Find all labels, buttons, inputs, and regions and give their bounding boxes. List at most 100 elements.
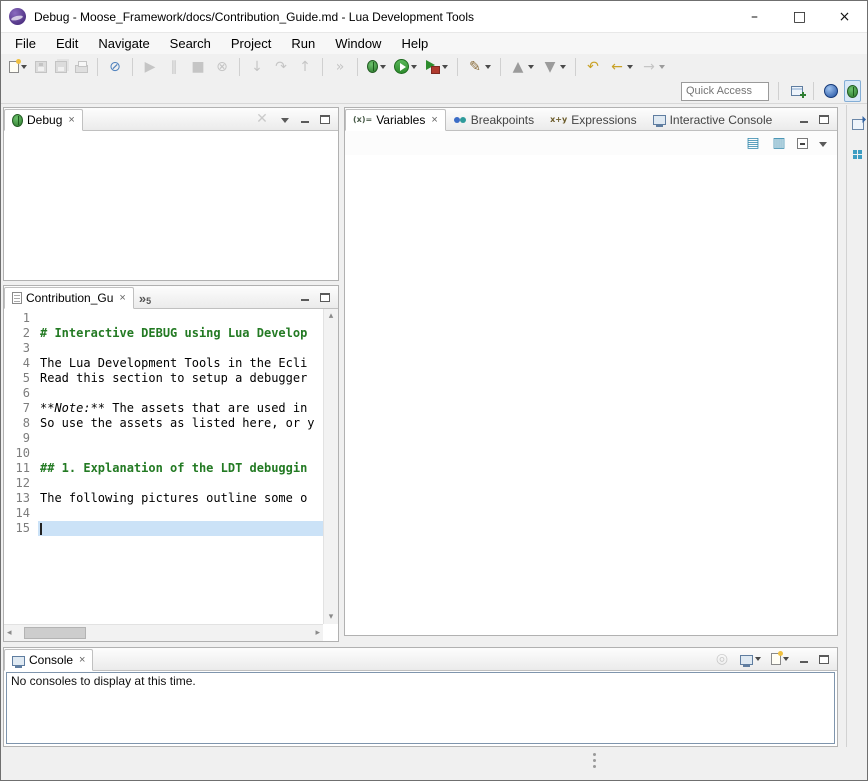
minimized-view-icon[interactable]: [849, 143, 866, 165]
new-wizard-icon[interactable]: [6, 56, 30, 78]
trim-drag-handle[interactable]: [593, 753, 596, 768]
close-icon[interactable]: ×: [68, 114, 74, 126]
debug-view-content[interactable]: [4, 131, 338, 280]
view-menu-icon[interactable]: [815, 132, 831, 154]
print-icon[interactable]: [72, 56, 91, 78]
editor-line[interactable]: 7**Note:** The assets that are used in: [4, 401, 323, 416]
maximize-button[interactable]: □: [777, 1, 822, 32]
menu-navigate[interactable]: Navigate: [88, 34, 159, 53]
dropdown-arrow-icon[interactable]: [411, 65, 417, 69]
maximize-icon[interactable]: [317, 286, 333, 308]
editor-line[interactable]: 6: [4, 386, 323, 401]
dropdown-arrow-icon[interactable]: [783, 657, 789, 661]
tab-expressions[interactable]: x+yExpressions: [542, 109, 644, 130]
open-perspective-icon[interactable]: [788, 80, 806, 102]
dropdown-arrow-icon[interactable]: [755, 657, 761, 661]
tab-breakpoints[interactable]: Breakpoints: [446, 109, 542, 130]
close-icon[interactable]: ×: [119, 292, 125, 304]
previous-annotation-icon[interactable]: ▲: [507, 56, 537, 78]
step-into-icon[interactable]: ↓: [246, 56, 268, 78]
dropdown-arrow-icon[interactable]: [659, 65, 665, 69]
display-console-icon[interactable]: [737, 648, 764, 670]
quick-access-input[interactable]: [681, 82, 769, 101]
maximize-icon[interactable]: [816, 108, 832, 130]
show-logical-structures-icon[interactable]: ▥: [768, 132, 790, 154]
scroll-left-icon[interactable]: ◂: [7, 628, 12, 638]
back-icon[interactable]: ←: [606, 56, 636, 78]
disconnect-icon[interactable]: ⊗: [211, 56, 233, 78]
dropdown-arrow-icon[interactable]: [528, 65, 534, 69]
minimize-icon[interactable]: [796, 108, 812, 130]
menu-search[interactable]: Search: [160, 34, 221, 53]
terminate-icon[interactable]: ■: [187, 56, 209, 78]
close-button[interactable]: ×: [822, 1, 867, 32]
minimize-icon[interactable]: [297, 108, 313, 130]
editor-line[interactable]: 9: [4, 431, 323, 446]
vertical-scrollbar[interactable]: ▴ ▾: [323, 309, 338, 624]
scroll-up-icon[interactable]: ▴: [329, 311, 334, 321]
close-icon[interactable]: ×: [79, 654, 85, 666]
resume-icon[interactable]: ▶: [139, 56, 161, 78]
run-icon[interactable]: [391, 56, 420, 78]
minimize-icon[interactable]: [297, 286, 313, 308]
editor-line[interactable]: 4The Lua Development Tools in the Ecli: [4, 356, 323, 371]
open-console-icon[interactable]: [768, 648, 792, 670]
tab-console[interactable]: Console ×: [4, 649, 93, 671]
scrollbar-thumb[interactable]: [24, 627, 86, 639]
forward-icon[interactable]: →: [638, 56, 668, 78]
wand-icon[interactable]: ✎: [464, 56, 494, 78]
editor-line[interactable]: 10: [4, 446, 323, 461]
remove-all-terminated-icon[interactable]: ✕: [251, 108, 273, 130]
dropdown-arrow-icon[interactable]: [21, 65, 27, 69]
next-annotation-icon[interactable]: ▼: [539, 56, 569, 78]
suspend-icon[interactable]: ∥: [163, 56, 185, 78]
debug-icon[interactable]: [364, 56, 389, 78]
tab-debug[interactable]: Debug ×: [4, 109, 83, 131]
pin-console-icon[interactable]: ◎: [711, 648, 733, 670]
minimize-button[interactable]: –: [732, 1, 777, 32]
restore-view-icon[interactable]: [849, 113, 867, 135]
editor-line[interactable]: 3: [4, 341, 323, 356]
menu-file[interactable]: File: [5, 34, 46, 53]
dropdown-arrow-icon[interactable]: [442, 65, 448, 69]
scroll-right-icon[interactable]: ▸: [315, 628, 320, 638]
tab-interactive-console[interactable]: Interactive Console: [645, 109, 781, 130]
minimize-icon[interactable]: [796, 648, 812, 670]
editor-area[interactable]: 12# Interactive DEBUG using Lua Develop3…: [4, 309, 338, 641]
use-step-filters-icon[interactable]: »: [329, 56, 351, 78]
tab-contribution-guide[interactable]: Contribution_Gu ×: [4, 287, 134, 309]
close-icon[interactable]: ×: [431, 114, 437, 126]
variables-view-content[interactable]: [345, 155, 837, 635]
editor-line[interactable]: 15: [4, 521, 323, 536]
save-all-icon[interactable]: [52, 56, 70, 78]
editor-text-area[interactable]: 12# Interactive DEBUG using Lua Develop3…: [4, 309, 323, 624]
debug-perspective-button[interactable]: [844, 80, 861, 102]
editor-line[interactable]: 5Read this section to setup a debugger: [4, 371, 323, 386]
menu-window[interactable]: Window: [325, 34, 391, 53]
step-return-icon[interactable]: ↑: [294, 56, 316, 78]
editor-line[interactable]: 13The following pictures outline some o: [4, 491, 323, 506]
external-tools-icon[interactable]: [422, 56, 451, 78]
lua-perspective-button[interactable]: [821, 80, 841, 102]
collapse-all-icon[interactable]: [794, 132, 811, 154]
menu-project[interactable]: Project: [221, 34, 281, 53]
dropdown-arrow-icon[interactable]: [560, 65, 566, 69]
editor-line[interactable]: 8So use the assets as listed here, or y: [4, 416, 323, 431]
dropdown-arrow-icon[interactable]: [380, 65, 386, 69]
editor-line[interactable]: 14: [4, 506, 323, 521]
last-edit-location-icon[interactable]: ↶: [582, 56, 604, 78]
editor-line[interactable]: 1: [4, 311, 323, 326]
step-over-icon[interactable]: ↷: [270, 56, 292, 78]
editor-line[interactable]: 12: [4, 476, 323, 491]
view-menu-icon[interactable]: [277, 108, 293, 130]
skip-all-breakpoints-icon[interactable]: ⊘: [104, 56, 126, 78]
menu-run[interactable]: Run: [281, 34, 325, 53]
dropdown-arrow-icon[interactable]: [485, 65, 491, 69]
console-output[interactable]: No consoles to display at this time.: [6, 672, 835, 744]
menu-help[interactable]: Help: [391, 34, 438, 53]
maximize-icon[interactable]: [816, 648, 832, 670]
tab-variables[interactable]: (x)=Variables×: [345, 109, 446, 131]
maximize-icon[interactable]: [317, 108, 333, 130]
horizontal-scrollbar[interactable]: ◂ ▸: [4, 624, 323, 641]
show-type-names-icon[interactable]: ▤: [742, 132, 764, 154]
